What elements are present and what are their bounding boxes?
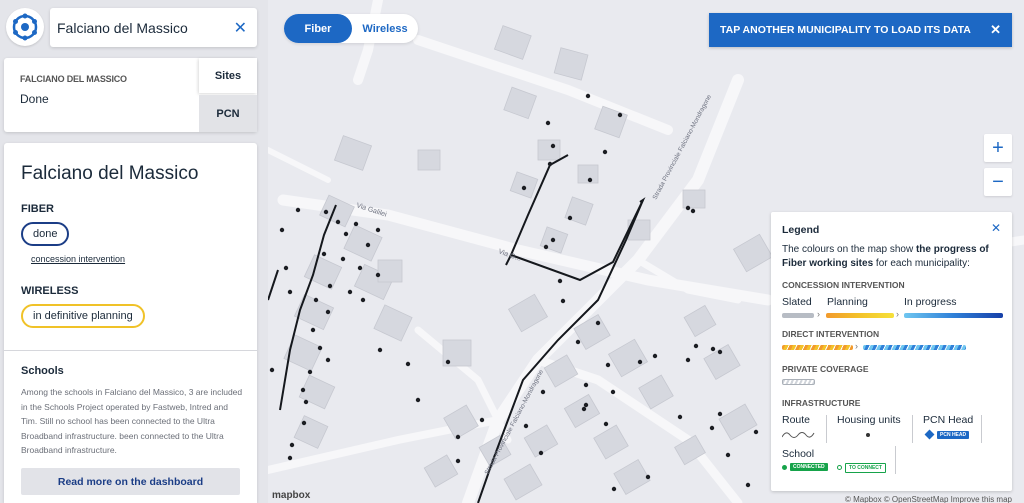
- legend-separator: [912, 415, 913, 443]
- network-type-toggle[interactable]: Fiber Wireless: [284, 14, 418, 43]
- chevron-right-icon: ›: [896, 309, 899, 319]
- pcn-diamond-icon: [924, 429, 935, 440]
- legend-separator: [895, 446, 896, 474]
- legend-separator: [981, 415, 982, 443]
- legend-housing-units: Housing units: [837, 414, 901, 426]
- close-icon[interactable]: ✕: [990, 22, 1001, 38]
- info-banner: TAP ANOTHER MUNICIPALITY TO LOAD ITS DAT…: [709, 13, 1012, 47]
- status-value: Done: [20, 92, 49, 106]
- fiber-heading: FIBER: [21, 203, 54, 215]
- mapbox-logo[interactable]: mapbox: [272, 490, 310, 501]
- in-progress-bar: [904, 313, 1003, 318]
- zoom-out-button[interactable]: −: [984, 168, 1012, 196]
- legend-description-tail: for each municipality:: [873, 257, 970, 269]
- status-card: FALCIANO DEL MASSICO Done Sites PCN: [4, 58, 257, 132]
- connected-tag: CONNECTED: [790, 463, 828, 471]
- network-logo-icon: [12, 13, 38, 41]
- planning-bar: [826, 313, 894, 318]
- legend-separator: [826, 415, 827, 443]
- legend-planning: Planning: [827, 296, 868, 308]
- close-icon[interactable]: ✕: [234, 18, 247, 38]
- wireless-heading: WIRELESS: [21, 285, 79, 297]
- search-box[interactable]: ✕: [50, 8, 257, 47]
- banner-text: TAP ANOTHER MUNICIPALITY TO LOAD ITS DAT…: [720, 24, 971, 36]
- section-divider: [4, 350, 257, 351]
- chevron-right-icon: ›: [817, 309, 820, 319]
- legend-description: The colours on the map show the progress…: [782, 243, 1004, 270]
- chevron-right-icon: ›: [855, 341, 858, 351]
- legend-slated: Slated: [782, 296, 812, 308]
- legend-route: Route: [782, 414, 811, 426]
- map-attribution[interactable]: © Mapbox © OpenStreetMap Improve this ma…: [845, 495, 1012, 503]
- school-connected-dot-icon: [782, 465, 787, 470]
- schools-heading: Schools: [21, 365, 64, 377]
- search-input[interactable]: [57, 19, 227, 36]
- route-wave-icon: [782, 432, 815, 438]
- slated-bar: [782, 313, 814, 318]
- private-heading: PRIVATE COVERAGE: [782, 364, 869, 374]
- concession-heading: CONCESSION INTERVENTION: [782, 280, 905, 290]
- tab-sites[interactable]: Sites: [199, 58, 257, 93]
- private-coverage-bar: [782, 379, 815, 385]
- legend-school: School: [782, 448, 815, 460]
- legend-in-progress: In progress: [904, 296, 957, 308]
- fiber-status-badge: done: [21, 222, 70, 246]
- legend-title: Legend: [782, 224, 820, 236]
- pcn-head-tag: PCN HEAD: [937, 431, 970, 439]
- concession-intervention-link[interactable]: concession intervention: [31, 254, 125, 264]
- toggle-wireless[interactable]: Wireless: [352, 14, 418, 43]
- tab-pcn[interactable]: PCN: [199, 95, 257, 132]
- municipality-title: Falciano del Massico: [21, 163, 199, 184]
- toggle-fiber[interactable]: Fiber: [284, 14, 352, 43]
- housing-dot-icon: [866, 433, 870, 437]
- direct-heading: DIRECT INTERVENTION: [782, 329, 880, 339]
- school-to-connect-dot-icon: [837, 465, 842, 470]
- legend-description-text: The colours on the map show: [782, 244, 916, 255]
- app-logo[interactable]: [6, 8, 44, 46]
- direct-progress-bar: [863, 345, 966, 350]
- municipality-details-panel: Falciano del Massico FIBER done concessi…: [4, 143, 257, 503]
- municipality-label: FALCIANO DEL MASSICO: [20, 74, 127, 84]
- road-label-sp-north: Strada Provinciale Falciano-Mondragone: [652, 93, 714, 201]
- zoom-in-button[interactable]: +: [984, 134, 1012, 162]
- direct-planning-bar: [782, 345, 853, 350]
- schools-description: Among the schools in Falciano del Massic…: [21, 387, 243, 455]
- legend-panel: Legend ✕ The colours on the map show the…: [771, 212, 1012, 491]
- infrastructure-heading: INFRASTRUCTURE: [782, 398, 861, 408]
- read-more-button[interactable]: Read more on the dashboard: [21, 468, 240, 495]
- close-icon[interactable]: ✕: [991, 221, 1001, 235]
- legend-pcn-head: PCN Head: [923, 414, 974, 426]
- wireless-status-badge: in definitive planning: [21, 304, 145, 328]
- to-connect-tag: TO CONNECT: [845, 463, 886, 473]
